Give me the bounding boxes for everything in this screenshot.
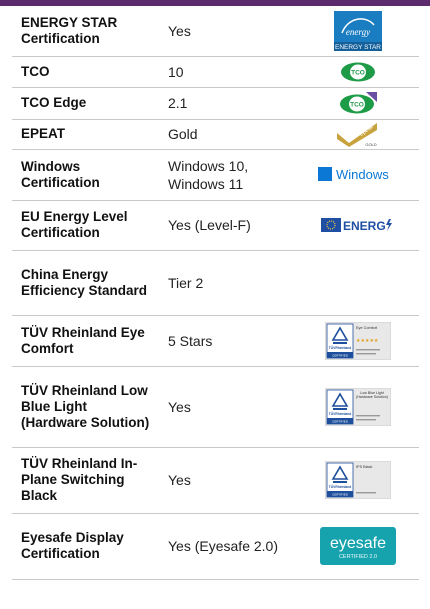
- row-label: Windows Certification: [12, 149, 160, 201]
- tco-edge-logo: TCO: [339, 92, 377, 114]
- eu-energy-logo-cell: ENERG: [297, 200, 419, 251]
- eu-energy-logo-text: ENERG: [343, 219, 386, 233]
- tco-edge-logo-cell: TCO: [297, 87, 419, 120]
- tuv-certified-text: CERTIFIED: [332, 492, 349, 496]
- row-label: EU Energy Level Certification: [12, 200, 160, 251]
- tco-logo: TCO: [340, 62, 376, 82]
- tuv-eye-comfort-logo-cell: TÜVRheinland CERTIFIED Eye Comfort ★★★★★: [297, 315, 419, 367]
- tco-edge-logo-text: TCO: [350, 102, 364, 109]
- row-label: Eyesafe Display Certification: [12, 513, 160, 580]
- energy-star-logo-cell: energy ENERGY STAR: [297, 6, 419, 57]
- tco-logo-text: TCO: [351, 69, 365, 76]
- row-label: EPEAT: [12, 119, 160, 150]
- certifications-table: ENERGY STAR Certification Yes energy ENE…: [12, 6, 419, 580]
- table-row: Eyesafe Display Certification Yes (Eyesa…: [12, 513, 419, 580]
- row-label: China Energy Efficiency Standard: [12, 250, 160, 316]
- table-row: EU Energy Level Certification Yes (Level…: [12, 200, 419, 251]
- table-row: China Energy Efficiency Standard Tier 2: [12, 250, 419, 316]
- epeat-logo-cell: epeat GOLD: [297, 119, 419, 150]
- epeat-gold-logo: epeat GOLD: [335, 121, 381, 147]
- tuv-low-blue-light-logo-cell: TÜVRheinland CERTIFIED Low Blue Light (H…: [297, 366, 419, 448]
- tuv-brand-text: TÜVRheinland: [329, 412, 352, 416]
- row-label: ENERGY STAR Certification: [12, 6, 160, 57]
- row-value: Yes: [160, 6, 297, 57]
- tuv-low-blue-light-text: Low Blue Light (Hardware Solution): [356, 390, 388, 399]
- tuv-low-blue-light-logo: TÜVRheinland CERTIFIED Low Blue Light (H…: [325, 387, 391, 426]
- energy-star-logo: energy ENERGY STAR: [334, 10, 382, 51]
- table-row: Windows Certification Windows 10, Window…: [12, 149, 419, 201]
- svg-text:energy: energy: [346, 27, 370, 37]
- eu-energy-logo: ENERG: [321, 217, 395, 233]
- row-label: TCO Edge: [12, 87, 160, 120]
- row-value: Gold: [160, 119, 297, 150]
- tuv-certified-text: CERTIFIED: [332, 419, 349, 423]
- tuv-certified-text: CERTIFIED: [332, 353, 349, 357]
- empty-logo-cell: [297, 250, 419, 316]
- row-value: Windows 10, Windows 11: [160, 149, 297, 201]
- tuv-brand-text: TÜVRheinland: [329, 346, 352, 350]
- row-label: TÜV Rheinland In-Plane Switching Black: [12, 447, 160, 514]
- table-row: TÜV Rheinland Eye Comfort 5 Stars TÜVRhe…: [12, 315, 419, 367]
- table-row: TCO Edge 2.1 TCO: [12, 87, 419, 120]
- table-row: EPEAT Gold epeat GOLD: [12, 119, 419, 150]
- epeat-logo-sub: GOLD: [365, 142, 376, 147]
- row-value: Tier 2: [160, 250, 297, 316]
- table-row: TÜV Rheinland Low Blue Light (Hardware S…: [12, 366, 419, 448]
- row-value: 5 Stars: [160, 315, 297, 367]
- eyesafe-logo-cell: eyesafe CERTIFIED 2.0: [297, 513, 419, 580]
- row-value: Yes (Eyesafe 2.0): [160, 513, 297, 580]
- eyesafe-logo-sub: CERTIFIED 2.0: [339, 554, 377, 560]
- svg-text:★★★★★: ★★★★★: [356, 338, 379, 344]
- tuv-brand-text: TÜVRheinland: [329, 485, 352, 489]
- tco-logo-cell: TCO: [297, 56, 419, 88]
- row-value: Yes: [160, 366, 297, 448]
- eyesafe-logo: eyesafe CERTIFIED 2.0: [320, 527, 396, 565]
- energy-star-logo-text: ENERGY STAR: [335, 44, 381, 51]
- windows-logo-cell: Windows: [297, 149, 419, 201]
- row-label: TCO: [12, 56, 160, 88]
- row-value: 2.1: [160, 87, 297, 120]
- tuv-eye-comfort-text: Eye Comfort: [356, 326, 378, 330]
- windows-logo: Windows: [318, 165, 398, 185]
- tuv-ips-black-logo-cell: TÜVRheinland CERTIFIED IPS Black: [297, 447, 419, 514]
- row-value: 10: [160, 56, 297, 88]
- windows-logo-text: Windows: [336, 167, 389, 182]
- table-row: TCO 10 TCO: [12, 56, 419, 88]
- tuv-eye-comfort-logo: TÜVRheinland CERTIFIED Eye Comfort ★★★★★: [325, 321, 391, 360]
- tuv-ips-black-logo: TÜVRheinland CERTIFIED IPS Black: [325, 461, 391, 499]
- tuv-ips-black-text: IPS Black: [356, 465, 373, 469]
- row-label: TÜV Rheinland Low Blue Light (Hardware S…: [12, 366, 160, 448]
- row-label: TÜV Rheinland Eye Comfort: [12, 315, 160, 367]
- row-value: Yes: [160, 447, 297, 514]
- eyesafe-logo-text: eyesafe: [330, 535, 386, 552]
- row-value: Yes (Level-F): [160, 200, 297, 251]
- table-row: ENERGY STAR Certification Yes energy ENE…: [12, 6, 419, 57]
- table-row: TÜV Rheinland In-Plane Switching Black Y…: [12, 447, 419, 514]
